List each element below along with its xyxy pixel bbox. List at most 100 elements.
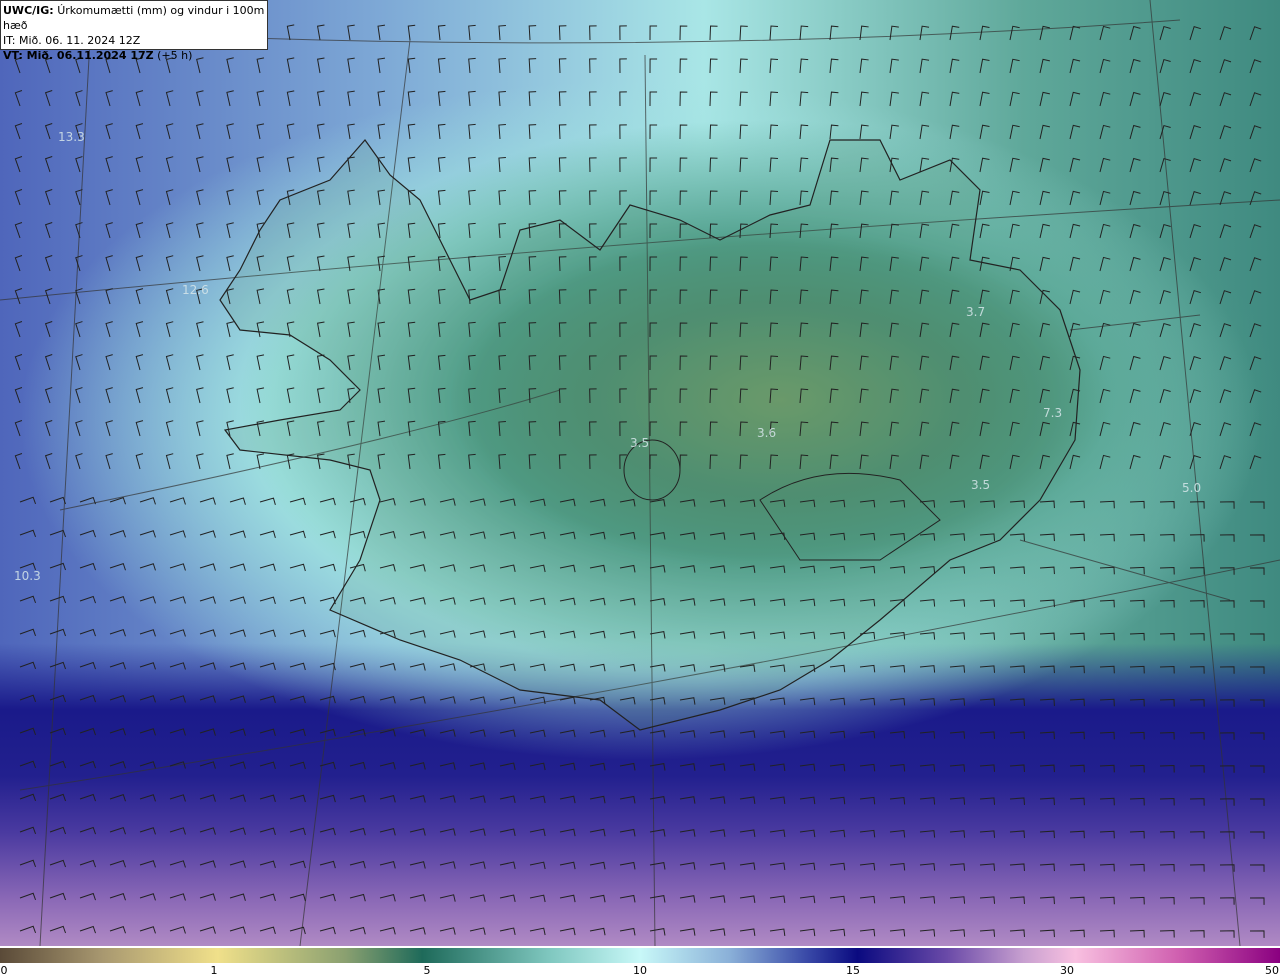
wind-barb xyxy=(468,123,476,140)
wind-barb xyxy=(407,57,416,74)
wind-barb xyxy=(1039,863,1055,872)
wind-barb xyxy=(377,90,386,107)
wind-barb xyxy=(437,57,446,74)
wind-barb xyxy=(1249,191,1262,206)
wind-barb xyxy=(169,827,186,835)
wind-barb xyxy=(79,826,96,835)
wind-barb xyxy=(409,861,426,869)
wind-barb xyxy=(619,762,636,771)
wind-barb xyxy=(165,453,174,470)
wind-barb xyxy=(1219,455,1232,470)
wind-barb xyxy=(1069,764,1085,773)
wind-barb xyxy=(949,698,966,706)
wind-barb xyxy=(1129,764,1145,773)
wind-barb xyxy=(1219,600,1235,608)
wind-barb xyxy=(559,795,576,804)
wind-barb xyxy=(169,629,186,637)
wind-barb xyxy=(679,730,696,738)
wind-barb xyxy=(105,453,113,470)
wind-barb xyxy=(44,90,53,107)
wind-barb xyxy=(1219,389,1232,404)
wind-barb xyxy=(1249,422,1262,437)
forecast-map[interactable]: 13.3 12.6 10.3 3.5 3.6 3.7 7.3 3.5 5.0 xyxy=(0,0,1280,946)
wind-barb xyxy=(859,829,876,838)
wind-barb xyxy=(1159,897,1175,905)
wind-barb xyxy=(316,24,325,41)
wind-barb xyxy=(1039,698,1055,707)
wind-barb xyxy=(79,892,96,901)
wind-barb xyxy=(889,763,906,772)
wind-barb xyxy=(769,190,779,206)
wind-barb xyxy=(469,696,486,704)
wind-barb xyxy=(1009,863,1025,871)
wind-barb xyxy=(979,124,990,140)
wind-barb xyxy=(14,320,23,338)
wind-barb xyxy=(229,596,246,604)
wind-barb xyxy=(169,860,186,868)
wind-barb xyxy=(769,829,786,838)
wind-barb xyxy=(859,91,869,107)
wind-barb xyxy=(799,91,809,107)
wind-barb xyxy=(769,157,779,173)
wind-barb xyxy=(259,530,276,539)
wind-barb xyxy=(739,928,756,936)
wind-barb xyxy=(165,387,174,404)
wind-barb xyxy=(139,695,156,703)
wind-barb xyxy=(1159,864,1175,872)
value-label: 3.7 xyxy=(966,305,986,319)
wind-barb xyxy=(859,631,876,640)
wind-barb xyxy=(139,563,156,571)
wind-barb xyxy=(679,895,696,903)
wind-barb xyxy=(1159,765,1175,773)
wind-barb xyxy=(377,123,386,140)
wind-barb xyxy=(1069,289,1081,305)
wind-barb xyxy=(169,794,186,802)
wind-barb xyxy=(44,156,53,173)
wind-barb xyxy=(979,190,990,206)
wind-barb xyxy=(1219,92,1232,107)
wind-barb xyxy=(1249,323,1262,338)
wind-barb xyxy=(1099,388,1111,404)
wind-barb xyxy=(79,595,96,604)
wind-barb xyxy=(139,662,156,670)
wind-barb xyxy=(1039,929,1055,938)
wind-barb xyxy=(649,91,658,107)
wind-barb xyxy=(709,796,726,804)
wind-barb xyxy=(1069,91,1081,107)
wind-barb xyxy=(1129,929,1145,938)
wind-barb xyxy=(1069,25,1081,41)
wind-barb xyxy=(19,661,37,670)
wind-barb xyxy=(439,828,456,836)
wind-barb xyxy=(229,827,246,835)
wind-barb xyxy=(649,796,666,804)
wind-barb xyxy=(139,794,156,802)
wind-barb xyxy=(558,58,567,74)
wind-barb xyxy=(1189,567,1205,575)
value-label: 5.0 xyxy=(1182,481,1202,495)
wind-barb xyxy=(49,760,66,769)
wind-barb xyxy=(349,629,366,638)
wind-barb xyxy=(1069,863,1085,872)
wind-barb xyxy=(229,926,246,934)
wind-barb xyxy=(1039,58,1050,74)
wind-barb xyxy=(1159,567,1175,575)
wind-barb xyxy=(289,563,306,572)
wind-barb xyxy=(1009,157,1020,173)
wind-barb xyxy=(739,190,748,206)
wind-barb xyxy=(1009,929,1025,937)
wind-barb xyxy=(1099,929,1115,938)
wind-barb xyxy=(139,629,156,637)
wind-barb xyxy=(196,354,204,371)
wind-barb xyxy=(1039,764,1055,773)
wind-barb xyxy=(437,24,446,41)
wind-barb xyxy=(379,827,396,836)
wind-barb xyxy=(1099,863,1115,872)
wind-barb xyxy=(679,829,696,837)
lead-time: (+5 h) xyxy=(157,49,193,62)
wind-barb xyxy=(226,90,234,107)
wind-barb xyxy=(979,566,996,574)
wind-barb xyxy=(589,861,606,870)
wind-barb xyxy=(1189,930,1205,938)
wind-barb xyxy=(1069,929,1085,938)
wind-barb xyxy=(619,91,627,107)
